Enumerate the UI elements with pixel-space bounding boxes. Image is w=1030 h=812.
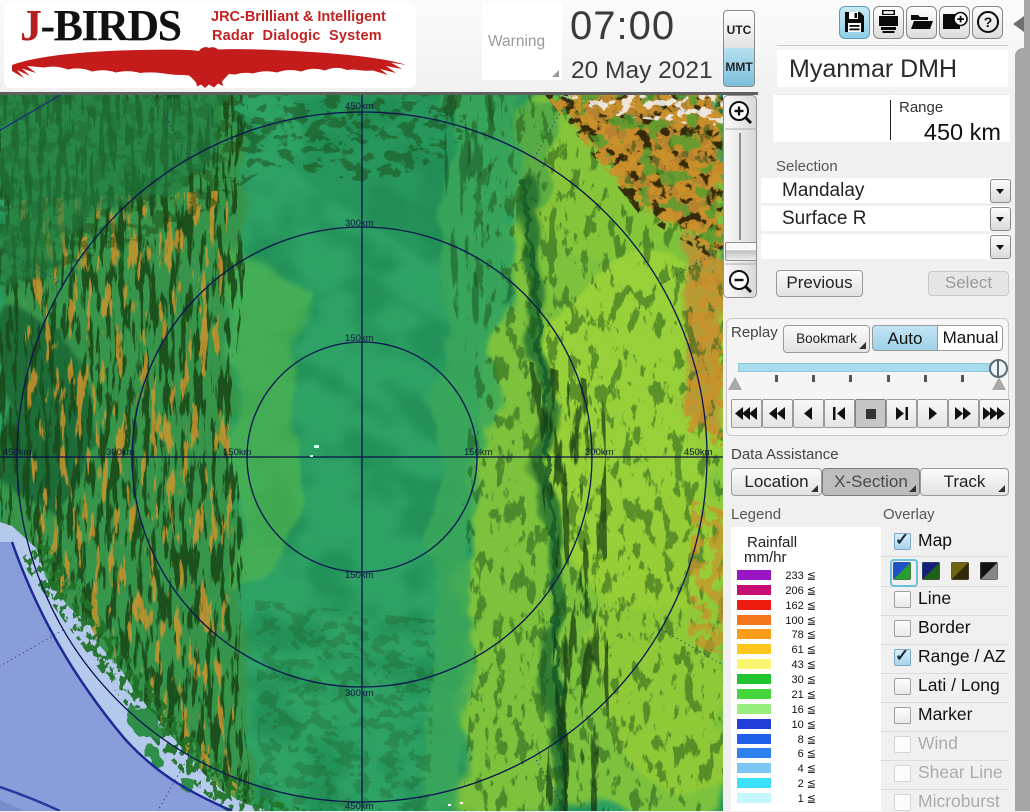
svg-text:300km: 300km xyxy=(345,688,374,699)
svg-text:300km: 300km xyxy=(585,447,614,458)
svg-text:300km: 300km xyxy=(345,218,374,229)
svg-text:150km: 150km xyxy=(345,570,374,581)
svg-text:450km: 450km xyxy=(3,447,32,458)
svg-text:150km: 150km xyxy=(345,333,374,344)
svg-text:?: ? xyxy=(984,14,993,30)
svg-text:300km: 300km xyxy=(106,447,135,458)
svg-text:450km: 450km xyxy=(345,101,374,112)
svg-text:450km: 450km xyxy=(684,447,713,458)
svg-text:450km: 450km xyxy=(345,801,374,811)
svg-text:150km: 150km xyxy=(464,447,493,458)
svg-text:150km: 150km xyxy=(223,447,252,458)
